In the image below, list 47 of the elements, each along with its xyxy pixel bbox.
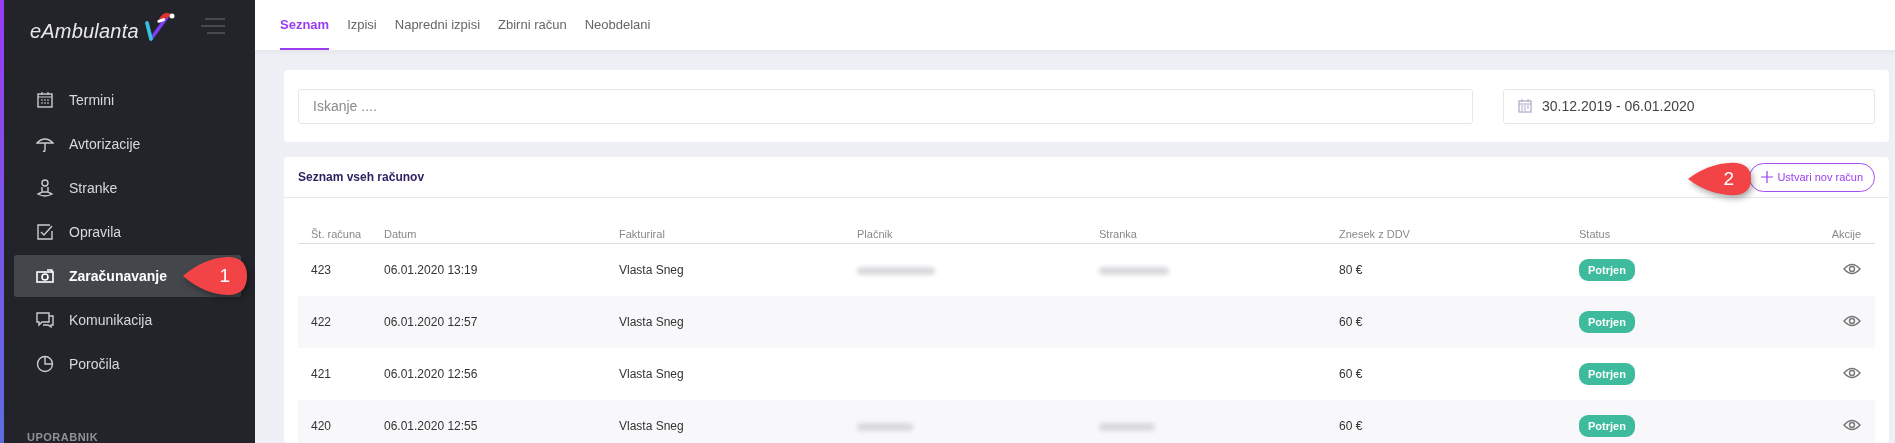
column-header: Št. računa xyxy=(298,228,384,244)
sidebar-item[interactable]: Komunikacija xyxy=(14,299,241,341)
status-badge: Potrjen xyxy=(1579,259,1635,281)
status-badge: Potrjen xyxy=(1579,311,1635,333)
tab[interactable]: Seznam xyxy=(280,0,330,50)
section-heading: UPORABNIK xyxy=(27,431,100,443)
sidebar-item[interactable]: Stranke xyxy=(14,167,241,209)
column-header: Znesek z DDV xyxy=(1339,228,1579,244)
tab[interactable]: Zbirni račun xyxy=(498,0,567,50)
table-cell: 06.01.2020 12:57 xyxy=(384,296,619,348)
column-header: Status xyxy=(1579,228,1746,244)
column-header: Stranka xyxy=(1099,228,1339,244)
app-logo: eAmbulanta xyxy=(30,19,139,43)
table-cell: 80 € xyxy=(1339,243,1579,296)
sidebar-item[interactable]: Poročila xyxy=(14,343,241,385)
table-cell: 60 € xyxy=(1339,400,1579,443)
table-cell: 422 xyxy=(298,296,384,348)
table-cell: 06.01.2020 12:55 xyxy=(384,400,619,443)
status-badge: Potrjen xyxy=(1579,363,1635,385)
table-cell: 420 xyxy=(298,400,384,443)
table-cell: 06.01.2020 12:56 xyxy=(384,348,619,400)
tab[interactable]: Napredni izpisi xyxy=(394,0,481,50)
sidebar-item[interactable]: Avtorizacije xyxy=(14,123,241,165)
table-cell: Vlasta Sneg xyxy=(619,400,857,443)
table-cell: Vlasta Sneg xyxy=(619,243,857,296)
callout-marker: 1 xyxy=(183,256,248,296)
search-field[interactable]: Iskanje .... xyxy=(298,88,1473,124)
column-header: Akcije xyxy=(1745,228,1875,244)
sidebar-item[interactable]: Termini xyxy=(14,79,241,121)
tab[interactable]: Izpisi xyxy=(347,0,377,50)
sidebar-item[interactable]: Opravila xyxy=(14,211,241,253)
tab[interactable]: Neobdelani xyxy=(584,0,651,50)
table-cell: Vlasta Sneg xyxy=(619,296,857,348)
table-cell: 60 € xyxy=(1339,296,1579,348)
date-range-field[interactable]: 30.12.2019 - 06.01.2020 xyxy=(1503,88,1875,124)
table-cell: 60 € xyxy=(1339,348,1579,400)
column-header: Datum xyxy=(384,228,619,244)
table-cell: 423 xyxy=(298,243,384,296)
table-cell: 06.01.2020 13:19 xyxy=(384,243,619,296)
card-title: Seznam vseh računov xyxy=(298,170,425,184)
column-header: Fakturiral xyxy=(619,228,857,244)
callout-marker: 2 xyxy=(1688,162,1752,196)
table-cell: Vlasta Sneg xyxy=(619,348,857,400)
new-invoice-button[interactable]: Ustvari nov račun xyxy=(1749,162,1875,192)
table-cell: 421 xyxy=(298,348,384,400)
status-badge: Potrjen xyxy=(1579,415,1635,437)
column-header: Plačnik xyxy=(857,228,1099,244)
